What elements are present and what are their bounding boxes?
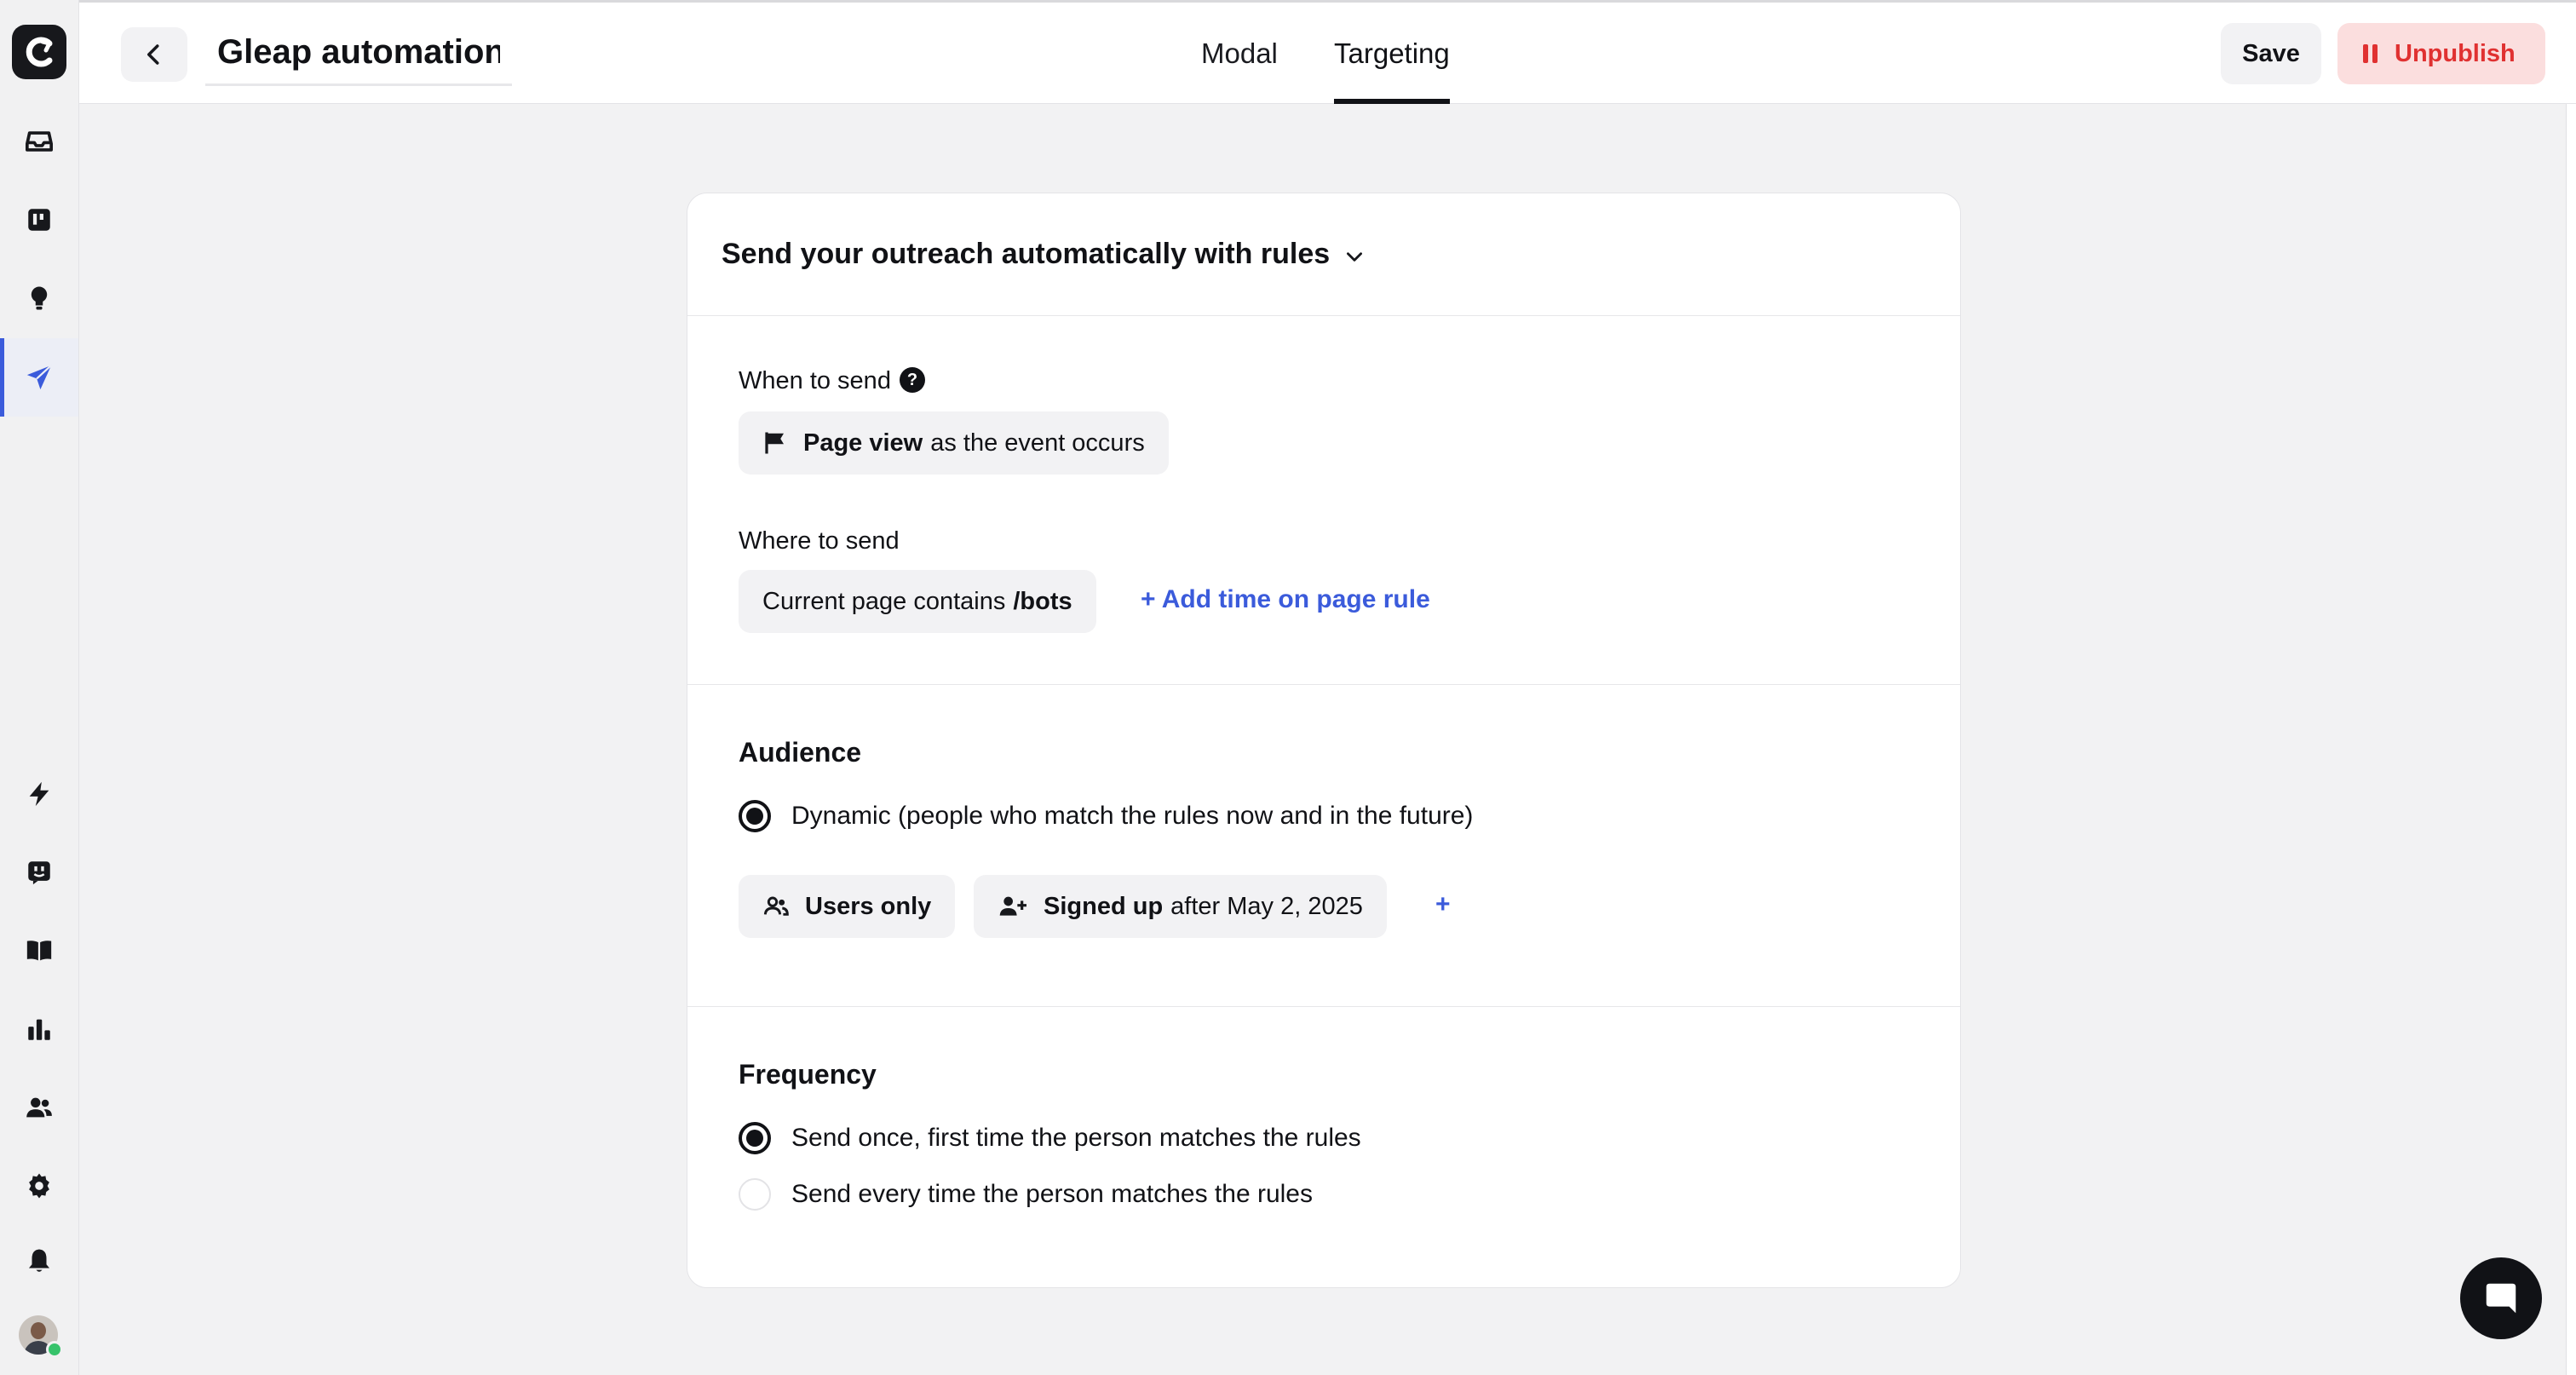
save-button[interactable]: Save xyxy=(2221,23,2321,84)
filter-users-only[interactable]: Users only xyxy=(739,875,956,938)
sidebar-item-inbox[interactable] xyxy=(0,102,78,181)
tab-modal[interactable]: Modal xyxy=(1201,3,1278,104)
bolt-icon xyxy=(29,781,49,807)
book-icon xyxy=(26,941,52,961)
filter-signed-up[interactable]: Signed up after May 2, 2025 xyxy=(974,875,1387,938)
lightbulb-icon xyxy=(31,286,48,310)
when-to-send-label: When to send? xyxy=(739,367,925,395)
users-icon xyxy=(763,896,789,916)
where-to-send-label: Where to send xyxy=(739,527,900,555)
event-trigger-chip[interactable]: Page view as the event occurs xyxy=(739,411,1169,475)
pause-icon xyxy=(2363,44,2378,63)
tab-targeting[interactable]: Targeting xyxy=(1334,3,1450,104)
radio-selected[interactable] xyxy=(739,1122,771,1154)
page-rule-prefix: Current page contains xyxy=(762,587,1006,615)
online-status-dot xyxy=(46,1341,63,1358)
unpublish-label: Unpublish xyxy=(2395,39,2516,67)
page-rule-chip[interactable]: Current page contains/bots xyxy=(739,570,1096,633)
chat-bubble-icon xyxy=(2486,1283,2516,1314)
scrollbar[interactable] xyxy=(2566,104,2576,1375)
frequency-option-label: Send every time the person matches the r… xyxy=(791,1180,1313,1208)
add-filter-button[interactable]: + xyxy=(1435,890,1451,919)
sidebar-item-board[interactable] xyxy=(0,181,78,259)
chat-launcher-button[interactable] xyxy=(2460,1257,2542,1339)
chevron-down-icon[interactable] xyxy=(1343,245,1366,268)
targeting-card: Send your outreach automatically with ru… xyxy=(687,193,1961,1288)
flag-icon xyxy=(765,432,784,454)
top-bar: Modal Targeting Save Unpublish xyxy=(79,0,2576,104)
radio-selected[interactable] xyxy=(739,800,771,832)
users-icon xyxy=(26,1097,52,1118)
sidebar xyxy=(0,0,79,1375)
radio-unselected[interactable] xyxy=(739,1178,771,1211)
card-header[interactable]: Send your outreach automatically with ru… xyxy=(687,193,1960,316)
frequency-option-label: Send once, first time the person matches… xyxy=(791,1124,1361,1152)
paper-plane-icon xyxy=(26,364,52,390)
gear-icon xyxy=(29,1173,49,1199)
filter-signed-up-label: Signed up xyxy=(1044,892,1164,920)
sidebar-item-settings[interactable] xyxy=(0,1147,78,1225)
bot-icon xyxy=(28,861,50,885)
user-plus-icon xyxy=(999,896,1026,916)
sidebar-item-notifications[interactable] xyxy=(0,1222,78,1300)
audience-heading: Audience xyxy=(739,737,862,768)
automation-title-input[interactable] xyxy=(205,21,512,86)
event-suffix: as the event occurs xyxy=(930,429,1145,457)
frequency-heading: Frequency xyxy=(739,1059,877,1090)
gleap-logo[interactable] xyxy=(12,25,66,79)
inbox-icon xyxy=(25,131,54,152)
divider xyxy=(687,684,1960,685)
unpublish-button[interactable]: Unpublish xyxy=(2337,23,2545,84)
sidebar-item-outreach[interactable] xyxy=(0,338,78,417)
card-title: Send your outreach automatically with ru… xyxy=(722,238,1331,270)
bell-icon xyxy=(28,1249,50,1272)
board-icon xyxy=(28,209,50,231)
sidebar-item-reports[interactable] xyxy=(0,990,78,1068)
event-name: Page view xyxy=(803,429,923,457)
add-time-on-page-rule-button[interactable]: + Add time on page rule xyxy=(1141,585,1430,614)
frequency-option-every-time[interactable]: Send every time the person matches the r… xyxy=(739,1178,1313,1211)
back-button[interactable] xyxy=(121,27,187,82)
sidebar-item-knowledge-base[interactable] xyxy=(0,912,78,990)
bar-chart-icon xyxy=(28,1019,50,1040)
frequency-option-once[interactable]: Send once, first time the person matches… xyxy=(739,1122,1361,1154)
divider xyxy=(687,1006,1960,1007)
sidebar-item-contacts[interactable] xyxy=(0,1068,78,1147)
audience-dynamic-option[interactable]: Dynamic (people who match the rules now … xyxy=(739,800,1473,832)
sidebar-item-automations[interactable] xyxy=(0,755,78,833)
filter-users-only-label: Users only xyxy=(805,892,932,920)
chevron-left-icon xyxy=(147,44,159,65)
sidebar-item-bots[interactable] xyxy=(0,833,78,912)
audience-option-label: Dynamic (people who match the rules now … xyxy=(791,802,1474,830)
page-rule-value: /bots xyxy=(1013,587,1072,615)
help-icon[interactable]: ? xyxy=(899,367,925,394)
filter-signed-up-value: after May 2, 2025 xyxy=(1170,892,1363,920)
sidebar-item-ideas[interactable] xyxy=(0,259,78,337)
